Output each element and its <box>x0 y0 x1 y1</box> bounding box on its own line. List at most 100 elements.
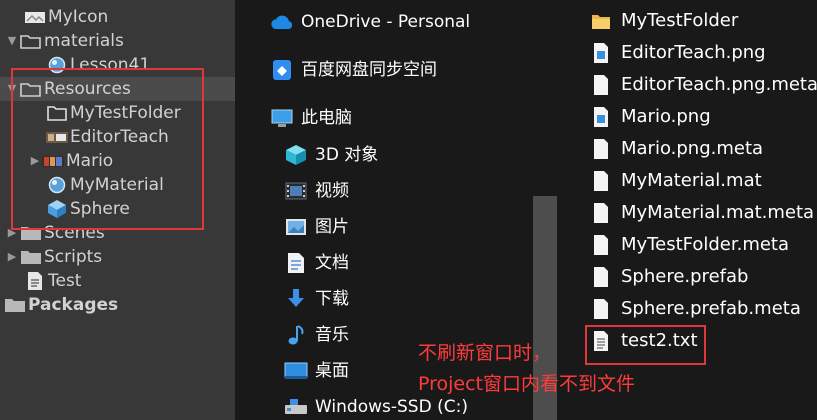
tree-item-mario[interactable]: ▶ Mario <box>28 149 113 173</box>
sprite-icon <box>42 152 64 170</box>
file-icon <box>591 169 611 193</box>
tree-item-lesson41[interactable]: Lesson41 <box>46 53 150 77</box>
drive-icon <box>283 396 309 418</box>
file-name: MyMaterial.mat <box>621 170 762 191</box>
nav-item-label: Windows-SSD (C:) <box>315 397 468 417</box>
pictures-icon <box>283 216 309 238</box>
tree-item-scenes[interactable]: ▶ Scenes <box>4 221 105 245</box>
file-row-mario-png[interactable]: Mario.png <box>591 101 711 133</box>
onedrive-cloud-icon <box>269 11 295 33</box>
tree-item-label: materials <box>44 31 124 51</box>
folder-icon <box>20 248 42 266</box>
tree-item-packages[interactable]: Packages <box>4 293 118 317</box>
file-row-sphere-prefab-meta[interactable]: Sphere.prefab.meta <box>591 293 801 325</box>
tree-item-mymaterial[interactable]: MyMaterial <box>46 173 164 197</box>
file-name: Mario.png.meta <box>621 138 764 159</box>
nav-item-documents[interactable]: 文档 <box>283 248 349 278</box>
folder-open-icon <box>20 80 42 98</box>
videos-icon <box>283 180 309 202</box>
documents-icon <box>283 252 309 274</box>
file-name: EditorTeach.png.meta <box>621 74 817 95</box>
expand-arrow-icon[interactable]: ▶ <box>28 149 42 173</box>
nav-item-baidu[interactable]: 百度网盘同步空间 <box>269 55 437 85</box>
nav-item-label: 音乐 <box>315 325 349 345</box>
png-file-icon <box>591 105 611 129</box>
nav-item-label: 图片 <box>315 217 349 237</box>
unity-project-panel: MyIcon ▼ materials Lesson41 ▼ Resources … <box>0 0 235 420</box>
expand-arrow-icon[interactable]: ▼ <box>4 29 20 53</box>
file-icon <box>591 137 611 161</box>
baidu-netdisk-icon <box>269 59 295 81</box>
file-icon <box>591 297 611 321</box>
nav-item-label: 3D 对象 <box>315 145 379 165</box>
tree-item-label: MyIcon <box>48 7 109 27</box>
tree-item-scripts[interactable]: ▶ Scripts <box>4 245 102 269</box>
file-name: test2.txt <box>621 330 698 351</box>
file-row-mymaterial-mat[interactable]: MyMaterial.mat <box>591 165 762 197</box>
file-row-mytestfolder[interactable]: MyTestFolder <box>591 5 738 37</box>
file-icon <box>591 201 611 225</box>
file-row-sphere-prefab[interactable]: Sphere.prefab <box>591 261 748 293</box>
folder-icon <box>20 224 42 242</box>
downloads-icon <box>283 288 309 310</box>
file-row-editorteach-png-meta[interactable]: EditorTeach.png.meta <box>591 69 817 101</box>
folder-icon <box>4 296 26 314</box>
folder-icon <box>591 9 611 33</box>
tree-item-label: Scenes <box>44 223 105 243</box>
material-sphere-icon <box>46 56 68 74</box>
tree-item-label: Scripts <box>44 247 103 267</box>
tree-item-label: Resources <box>44 79 131 99</box>
file-name: Sphere.prefab.meta <box>621 298 801 319</box>
tree-item-label: MyMaterial <box>70 175 164 195</box>
file-name: MyTestFolder.meta <box>621 234 790 255</box>
nav-item-windows-ssd[interactable]: Windows-SSD (C:) <box>283 392 468 420</box>
nav-item-label: 百度网盘同步空间 <box>301 60 437 80</box>
tree-item-test[interactable]: Test <box>24 269 81 293</box>
explorer-file-list: MyTestFolder EditorTeach.png EditorTeach… <box>557 0 817 420</box>
expand-arrow-icon[interactable]: ▶ <box>4 245 20 269</box>
file-name: EditorTeach.png <box>621 42 766 63</box>
tree-item-label: Sphere <box>70 199 130 219</box>
tree-item-myicon[interactable]: MyIcon <box>24 5 108 29</box>
tree-item-materials[interactable]: ▼ materials <box>4 29 124 53</box>
file-row-mario-png-meta[interactable]: Mario.png.meta <box>591 133 763 165</box>
nav-item-3d-objects[interactable]: 3D 对象 <box>283 140 378 170</box>
file-name: MyTestFolder <box>621 10 739 31</box>
nav-item-pictures[interactable]: 图片 <box>283 212 349 242</box>
file-row-test2-txt[interactable]: test2.txt <box>591 325 698 357</box>
tree-item-mytestfolder[interactable]: MyTestFolder <box>46 101 181 125</box>
file-name: MyMaterial.mat.meta <box>621 202 815 223</box>
nav-item-label: 桌面 <box>315 361 349 381</box>
tree-item-sphere[interactable]: Sphere <box>46 197 130 221</box>
nav-item-label: OneDrive - Personal <box>301 12 471 32</box>
file-icon <box>591 233 611 257</box>
tree-item-label: Packages <box>28 295 119 315</box>
file-icon <box>591 265 611 289</box>
annotation-line-2: Project窗口内看不到文件 <box>418 373 636 395</box>
tree-item-label: Test <box>48 271 82 291</box>
folder-open-icon <box>20 32 42 50</box>
script-file-icon <box>24 272 46 290</box>
tree-item-label: EditorTeach <box>70 127 169 147</box>
expand-arrow-icon[interactable]: ▼ <box>4 77 20 101</box>
tree-item-editorteach[interactable]: EditorTeach <box>46 125 169 149</box>
nav-item-videos[interactable]: 视频 <box>283 176 349 206</box>
file-row-mymaterial-mat-meta[interactable]: MyMaterial.mat.meta <box>591 197 814 229</box>
this-pc-icon <box>269 107 295 129</box>
txt-file-icon <box>591 329 611 353</box>
file-row-mytestfolder-meta[interactable]: MyTestFolder.meta <box>591 229 789 261</box>
prefab-cube-icon <box>46 200 68 218</box>
nav-item-this-pc[interactable]: 此电脑 <box>269 103 352 133</box>
nav-item-downloads[interactable]: 下载 <box>283 284 349 314</box>
folder-empty-icon <box>46 104 68 122</box>
nav-item-music[interactable]: 音乐 <box>283 320 349 350</box>
nav-item-onedrive[interactable]: OneDrive - Personal <box>269 7 470 37</box>
expand-arrow-icon[interactable]: ▶ <box>4 221 20 245</box>
nav-item-desktop[interactable]: 桌面 <box>283 356 349 386</box>
texture-icon <box>24 8 46 26</box>
file-row-editorteach-png[interactable]: EditorTeach.png <box>591 37 766 69</box>
desktop-icon <box>283 360 309 382</box>
file-name: Mario.png <box>621 106 711 127</box>
nav-item-label: 此电脑 <box>301 108 352 128</box>
tree-item-resources[interactable]: ▼ Resources <box>0 77 235 101</box>
